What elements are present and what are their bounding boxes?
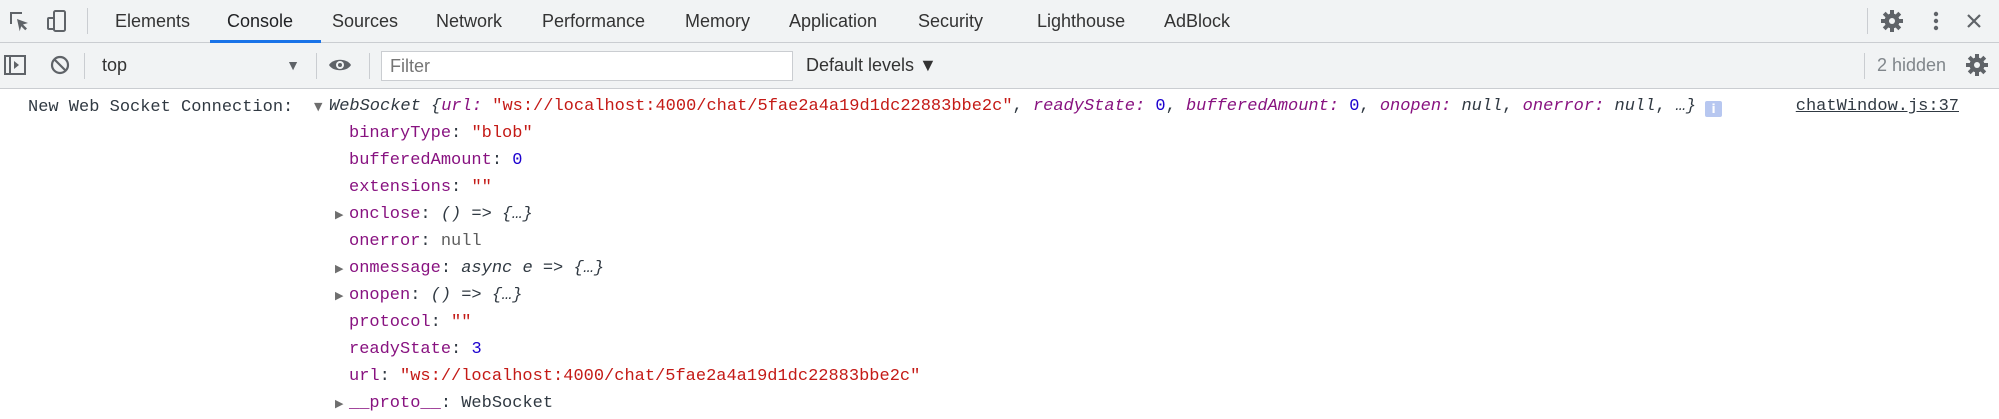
summary-key-onopen: onopen: xyxy=(1379,97,1452,116)
toolbar-divider xyxy=(316,53,317,79)
dropdown-arrow-icon: ▼ xyxy=(286,57,300,73)
property-bufferedamount: bufferedAmount: 0 xyxy=(349,151,523,170)
log-levels-dropdown[interactable]: Default levels ▼ xyxy=(806,51,937,79)
show-sidebar-icon[interactable] xyxy=(2,52,28,78)
property-proto[interactable]: __proto__: WebSocket xyxy=(349,394,553,414)
summary-value-bufferedamount: 0 xyxy=(1349,97,1360,116)
tab-performance[interactable]: Performance xyxy=(542,0,645,42)
clear-console-icon[interactable] xyxy=(47,52,73,78)
device-toolbar-icon[interactable] xyxy=(44,8,70,34)
summary-value-onerror: null xyxy=(1614,97,1656,116)
close-devtools-icon[interactable] xyxy=(1961,8,1987,34)
tab-bar-divider-right xyxy=(1867,8,1868,34)
property-protocol: protocol: "" xyxy=(349,313,472,332)
expand-triangle-icon[interactable]: ▶ xyxy=(335,259,343,279)
live-expression-eye-icon[interactable] xyxy=(327,52,353,78)
summary-key-bufferedamount: bufferedAmount: xyxy=(1185,97,1340,116)
summary-key-onerror: onerror: xyxy=(1522,97,1605,116)
tab-elements[interactable]: Elements xyxy=(115,0,190,42)
tab-application[interactable]: Application xyxy=(789,0,877,42)
console-toolbar: top ▼ Default levels ▼ 2 hidden xyxy=(0,43,1999,89)
property-onmessage[interactable]: onmessage: async e => {…} xyxy=(349,259,604,279)
log-message-text: New Web Socket Connection: xyxy=(28,98,294,117)
collapse-triangle-icon[interactable]: ▼ xyxy=(314,97,322,117)
summary-value-url: "ws://localhost:4000/chat/5fae2a4a19d1dc… xyxy=(492,97,1013,116)
toolbar-divider xyxy=(84,53,85,79)
tab-memory[interactable]: Memory xyxy=(685,0,750,42)
property-readystate: readyState: 3 xyxy=(349,340,482,359)
tab-console[interactable]: Console xyxy=(227,0,293,42)
more-options-kebab-icon[interactable] xyxy=(1923,8,1949,34)
summary-value-readystate: 0 xyxy=(1155,97,1166,116)
settings-gear-icon[interactable] xyxy=(1879,8,1905,34)
property-onerror: onerror: null xyxy=(349,232,482,251)
inspect-element-icon[interactable] xyxy=(6,8,32,34)
property-onclose[interactable]: onclose: () => {…} xyxy=(349,205,533,225)
property-extensions: extensions: "" xyxy=(349,178,492,197)
expand-triangle-icon[interactable]: ▶ xyxy=(335,394,343,414)
property-onopen[interactable]: onopen: () => {…} xyxy=(349,286,522,306)
summary-key-readystate: readyState: xyxy=(1032,97,1146,116)
object-summary[interactable]: WebSocket {url: "ws://localhost:4000/cha… xyxy=(329,97,1696,117)
devtools-tab-bar: Elements Console Sources Network Perform… xyxy=(0,0,1999,43)
tab-network[interactable]: Network xyxy=(436,0,502,42)
tab-sources[interactable]: Sources xyxy=(332,0,398,42)
javascript-context-select[interactable]: top ▼ xyxy=(92,51,306,79)
hidden-messages-count: 2 hidden xyxy=(1877,55,1947,75)
tab-security[interactable]: Security xyxy=(918,0,983,42)
console-output: New Web Socket Connection: ▼ WebSocket {… xyxy=(0,89,1999,419)
object-type: WebSocket xyxy=(329,97,421,116)
toolbar-divider xyxy=(1864,53,1865,79)
source-file-link[interactable]: chatWindow.js:37 xyxy=(1796,97,1959,116)
property-url: url: "ws://localhost:4000/chat/5fae2a4a1… xyxy=(349,367,921,386)
info-icon[interactable]: i xyxy=(1705,101,1722,117)
summary-ellipsis: …} xyxy=(1675,97,1697,116)
context-value: top xyxy=(102,55,128,75)
tab-bar-divider xyxy=(87,8,88,34)
property-binarytype: binaryType: "blob" xyxy=(349,124,533,143)
summary-key-url: url: xyxy=(441,97,483,116)
tab-adblock[interactable]: AdBlock xyxy=(1164,0,1230,42)
console-settings-gear-icon[interactable] xyxy=(1964,52,1990,78)
expand-triangle-icon[interactable]: ▶ xyxy=(335,205,343,225)
tab-lighthouse[interactable]: Lighthouse xyxy=(1037,0,1125,42)
console-filter-input[interactable] xyxy=(381,51,793,81)
expand-triangle-icon[interactable]: ▶ xyxy=(335,286,343,306)
summary-value-onopen: null xyxy=(1461,97,1503,116)
toolbar-divider xyxy=(369,53,370,79)
